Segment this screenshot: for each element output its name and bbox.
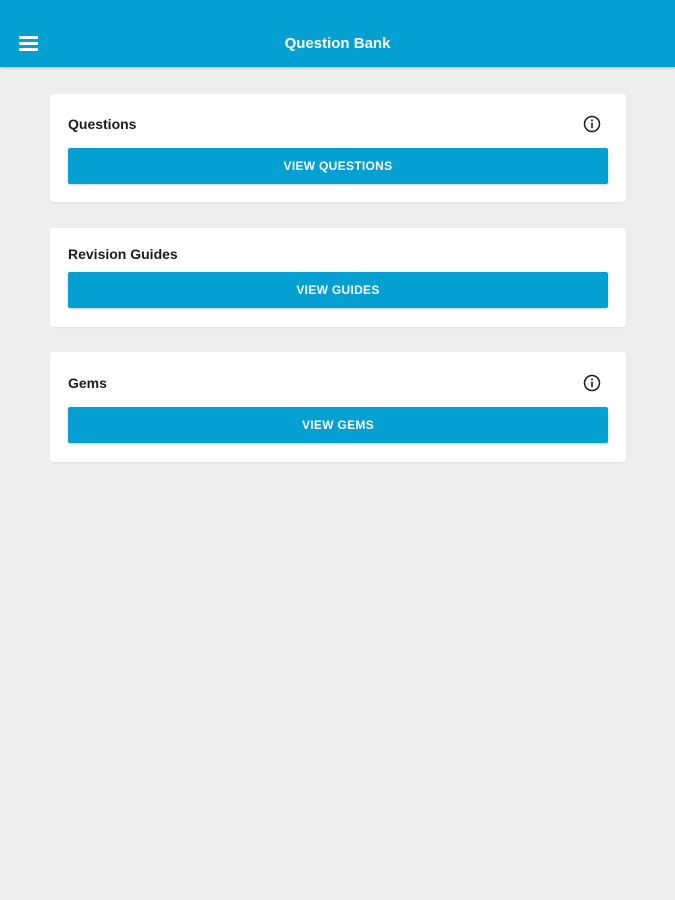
page-title: Question Bank <box>284 35 391 52</box>
revision-guides-card: Revision Guides VIEW GUIDES <box>50 228 626 327</box>
info-icon[interactable] <box>583 115 601 133</box>
questions-card: Questions VIEW QUESTIONS <box>50 94 626 202</box>
revision-guides-card-title: Revision Guides <box>68 246 178 262</box>
gems-card-title: Gems <box>68 375 107 391</box>
view-questions-button[interactable]: VIEW QUESTIONS <box>68 148 608 184</box>
app-bar: Question Bank <box>0 0 675 67</box>
questions-card-title: Questions <box>68 116 137 132</box>
info-icon[interactable] <box>583 374 601 392</box>
gems-card: Gems VIEW GEMS <box>50 352 626 462</box>
view-gems-button[interactable]: VIEW GEMS <box>68 407 608 443</box>
view-guides-button[interactable]: VIEW GUIDES <box>68 272 608 308</box>
